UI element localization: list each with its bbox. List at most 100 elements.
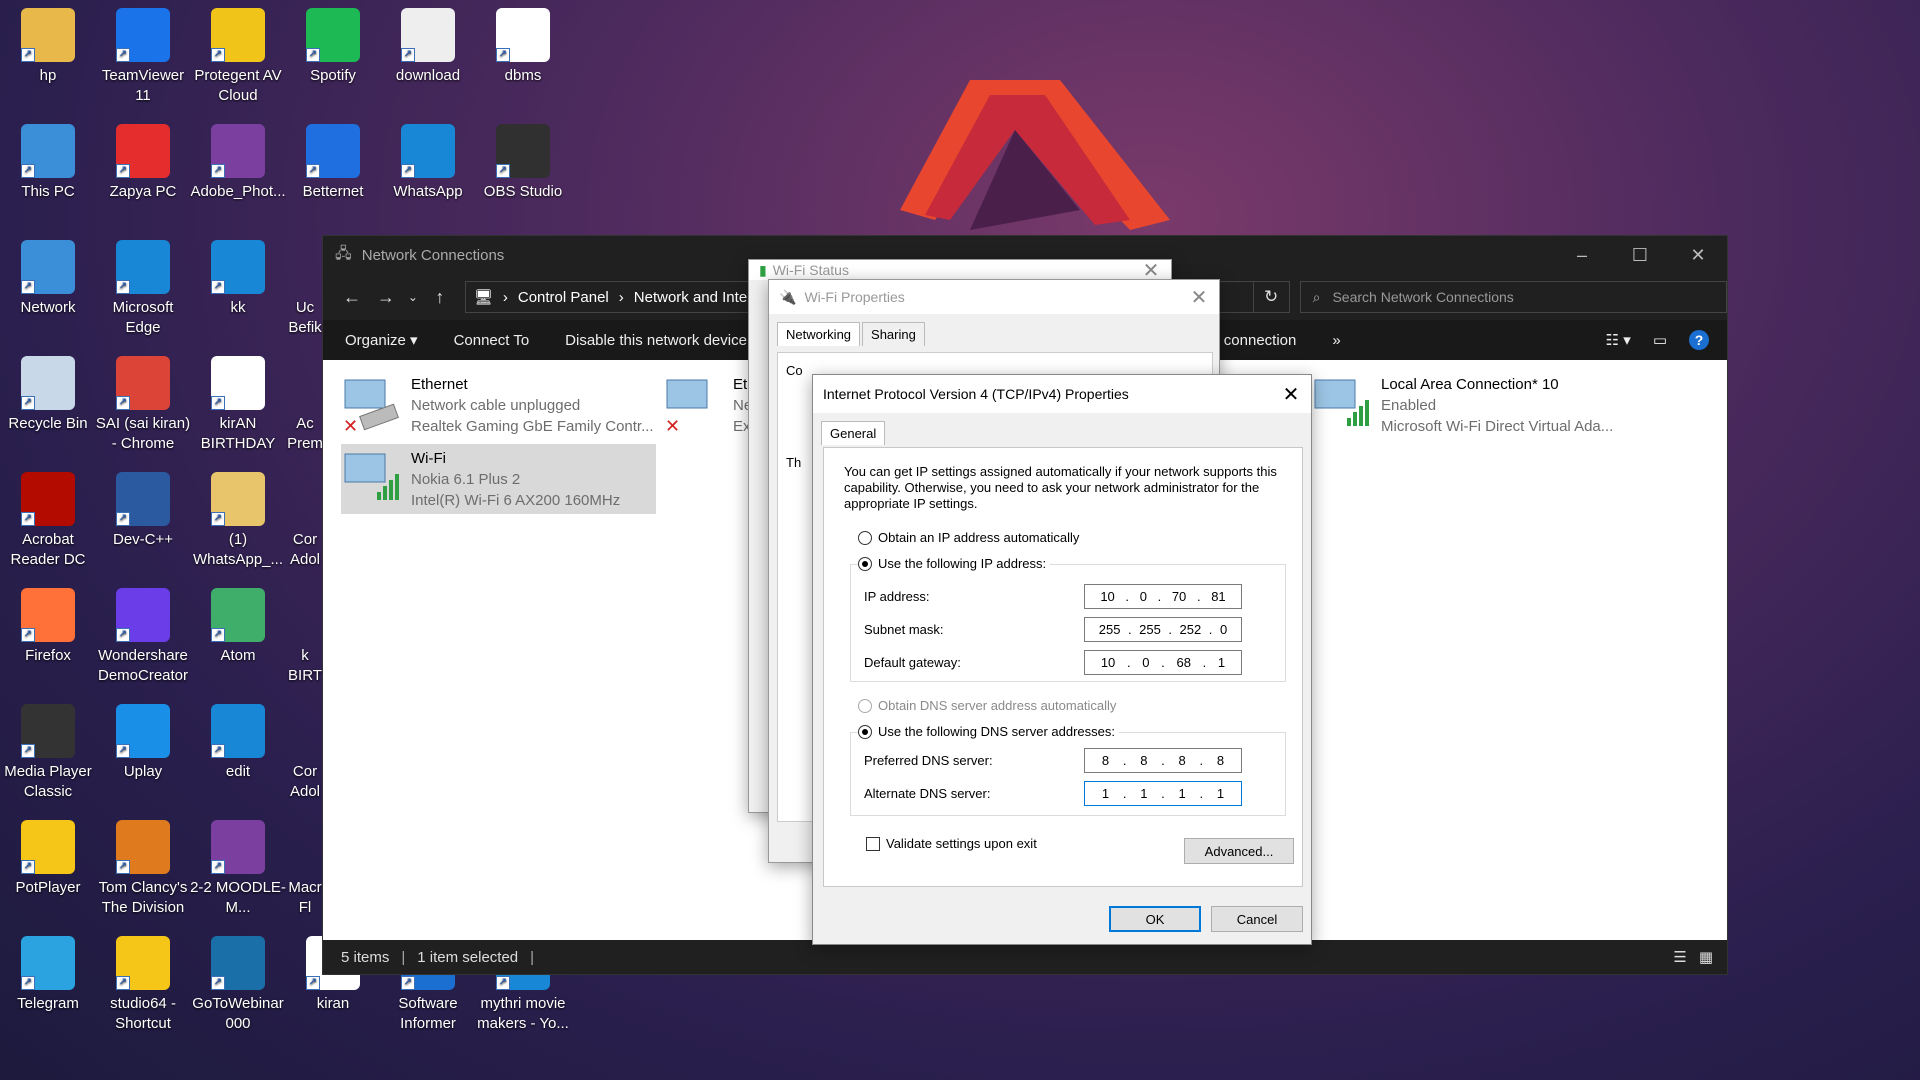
connect-to-button[interactable]: Connect To	[454, 332, 530, 349]
desktop-shortcut[interactable]: ↗ Zapya PC	[95, 116, 191, 202]
back-button[interactable]: ←	[335, 287, 369, 308]
disable-device-button[interactable]: Disable this network device	[565, 332, 747, 349]
desktop-shortcut-label: 2-2 MOODLE-M...	[190, 879, 286, 916]
desktop-shortcut[interactable]: ↗ Telegram	[0, 928, 96, 1014]
forward-button[interactable]: →	[369, 287, 403, 308]
desktop-shortcut[interactable]: ↗ Atom	[190, 580, 286, 666]
octet: 10	[1100, 589, 1115, 604]
desktop-shortcut[interactable]: ↗ kirAN BIRTHDAY	[190, 348, 286, 454]
use-following-ip-radio[interactable]	[858, 556, 872, 571]
desktop-shortcut[interactable]: ↗ kk	[190, 232, 286, 318]
ok-button[interactable]: OK	[1109, 906, 1201, 932]
desktop-shortcut-partial[interactable]: Uc Befik	[285, 232, 325, 338]
ip-address-field[interactable]: 10. 0. 70. 81	[1084, 584, 1242, 609]
obtain-dns-auto-option[interactable]: Obtain DNS server address automatically	[858, 698, 1116, 713]
shortcut-arrow-icon: ↗	[21, 396, 35, 410]
help-icon[interactable]: ?	[1689, 330, 1709, 350]
tab-general[interactable]: General	[821, 421, 886, 445]
desktop-shortcut-label: kirAN BIRTHDAY	[200, 415, 276, 452]
search-input[interactable]: ⌕ Search Network Connections	[1299, 281, 1728, 313]
preview-pane-button[interactable]: ▭	[1653, 331, 1667, 349]
minimize-button[interactable]: –	[1553, 245, 1611, 266]
desktop-shortcut-partial[interactable]: Cor Adol	[285, 464, 325, 570]
maximize-button[interactable]: ☐	[1611, 245, 1669, 266]
close-button[interactable]: ✕	[1271, 382, 1311, 407]
desktop-shortcut[interactable]: ↗ (1) WhatsApp_...	[190, 464, 286, 570]
desktop-shortcut[interactable]: ↗ Spotify	[285, 0, 381, 86]
desktop-shortcut[interactable]: ↗ WhatsApp	[380, 116, 476, 202]
close-button[interactable]: ✕	[1179, 285, 1219, 310]
desktop-shortcut[interactable]: ↗ SAI (sai kiran) - Chrome	[95, 348, 191, 454]
desktop-shortcut[interactable]: ↗ Wondershare DemoCreator	[95, 580, 191, 686]
desktop-shortcut[interactable]: ↗ Adobe_Phot...	[190, 116, 286, 202]
validate-settings-checkbox[interactable]	[866, 836, 880, 851]
desktop-shortcut[interactable]: ↗ hp	[0, 0, 96, 86]
change-view-button[interactable]: ☷ ▾	[1606, 331, 1631, 349]
desktop-shortcut[interactable]: ↗ Media Player Classic	[0, 696, 96, 802]
default-gateway-label: Default gateway:	[864, 655, 961, 670]
division-icon: ↗	[116, 820, 170, 874]
desktop-shortcut[interactable]: ↗ OBS Studio	[475, 116, 571, 202]
desktop-shortcut[interactable]: ↗ download	[380, 0, 476, 86]
alternate-dns-field[interactable]: 1. 1. 1. 1	[1084, 781, 1242, 806]
tab-networking[interactable]: Networking	[777, 322, 861, 346]
desktop-shortcut[interactable]: ↗ 2-2 MOODLE-M...	[190, 812, 286, 918]
desktop-shortcut[interactable]: ↗ Betternet	[285, 116, 381, 202]
desktop-shortcut[interactable]: ↗ Network	[0, 232, 96, 318]
recent-locations-button[interactable]: ⌄	[403, 290, 423, 304]
use-following-ip-option[interactable]: Use the following IP address:	[858, 556, 1051, 571]
use-following-dns-radio[interactable]	[858, 724, 872, 739]
octet: 0	[1139, 589, 1147, 604]
more-commands-button[interactable]: »	[1332, 332, 1340, 349]
desktop-shortcut-partial[interactable]: k BIRT	[285, 580, 325, 686]
default-gateway-field[interactable]: 10. 0. 68. 1	[1084, 650, 1242, 675]
up-button[interactable]: ↑	[423, 287, 457, 308]
obtain-ip-auto-radio[interactable]	[858, 530, 872, 545]
connection-local-area-10[interactable]: Local Area Connection* 10 Enabled Micros…	[1311, 374, 1631, 435]
obtain-dns-auto-radio[interactable]	[858, 698, 872, 713]
desktop-shortcut[interactable]: ↗ dbms	[475, 0, 571, 86]
cancel-button[interactable]: Cancel	[1211, 906, 1303, 932]
desktop-shortcut-partial[interactable]: Ac Prem	[285, 348, 325, 454]
wallpaper-art	[900, 80, 1170, 230]
desktop-shortcut[interactable]: ↗ Recycle Bin	[0, 348, 96, 434]
desktop-shortcut[interactable]: ↗ Uplay	[95, 696, 191, 782]
obtain-ip-auto-option[interactable]: Obtain an IP address automatically	[858, 530, 1079, 545]
desktop-shortcut[interactable]: ↗ Acrobat Reader DC	[0, 464, 96, 570]
preferred-dns-field[interactable]: 8. 8. 8. 8	[1084, 748, 1242, 773]
desktop-shortcut[interactable]: ↗ Dev-C++	[95, 464, 191, 550]
desktop-shortcut-label: Atom	[220, 647, 256, 664]
desktop-shortcut[interactable]: ↗ Firefox	[0, 580, 96, 666]
desktop-shortcut-partial[interactable]: Cor Adol	[285, 696, 325, 802]
close-button[interactable]: ✕	[1669, 245, 1727, 266]
ipv4-properties-dialog[interactable]: Internet Protocol Version 4 (TCP/IPv4) P…	[812, 374, 1312, 945]
connection-ethernet[interactable]: ✕ Ethernet Network cable unplugged Realt…	[341, 374, 656, 437]
wifi-properties-icon: 🔌	[779, 288, 797, 305]
desktop-shortcut[interactable]: ↗ Protegent AV Cloud	[190, 0, 286, 106]
breadcrumb-network[interactable]: Network and Intern	[634, 289, 761, 306]
desktop-shortcut-label: Network	[20, 299, 76, 316]
refresh-button[interactable]: ↻	[1253, 281, 1290, 313]
connection-wifi[interactable]: Wi-Fi Nokia 6.1 Plus 2 Intel(R) Wi-Fi 6 …	[341, 444, 656, 514]
desktop-shortcut[interactable]: ↗ Tom Clancy's The Division	[95, 812, 191, 918]
advanced-button[interactable]: Advanced...	[1184, 838, 1294, 864]
desktop-shortcut[interactable]: ↗ Microsoft Edge	[95, 232, 191, 338]
tab-sharing[interactable]: Sharing	[862, 322, 925, 346]
desktop-shortcut[interactable]: ↗ studio64 - Shortcut	[95, 928, 191, 1034]
tiles-view-icon[interactable]: ▦	[1699, 948, 1713, 966]
subnet-mask-field[interactable]: 255. 255. 252. 0	[1084, 617, 1242, 642]
desktop-shortcut-partial[interactable]: Macr Fl	[285, 812, 325, 918]
desktop-shortcut[interactable]: ↗ This PC	[0, 116, 96, 202]
use-following-dns-option[interactable]: Use the following DNS server addresses:	[858, 724, 1119, 739]
validate-settings-option[interactable]: Validate settings upon exit	[866, 836, 1037, 851]
desktop-shortcut[interactable]: ↗ edit	[190, 696, 286, 782]
shortcut-arrow-icon: ↗	[116, 280, 130, 294]
details-view-icon[interactable]: ☰	[1673, 948, 1686, 966]
desktop-shortcut[interactable]: ↗ TeamViewer 11	[95, 0, 191, 106]
desktop-shortcut[interactable]: ↗ GoToWebinar 000	[190, 928, 286, 1034]
organize-button[interactable]: Organize ▾	[345, 331, 418, 349]
breadcrumb-control-panel[interactable]: Control Panel	[518, 289, 609, 306]
desktop-shortcut[interactable]: ↗ PotPlayer	[0, 812, 96, 898]
alternate-dns-row: Alternate DNS server: 1. 1. 1. 1	[864, 781, 1242, 806]
octet: 0	[1142, 655, 1150, 670]
